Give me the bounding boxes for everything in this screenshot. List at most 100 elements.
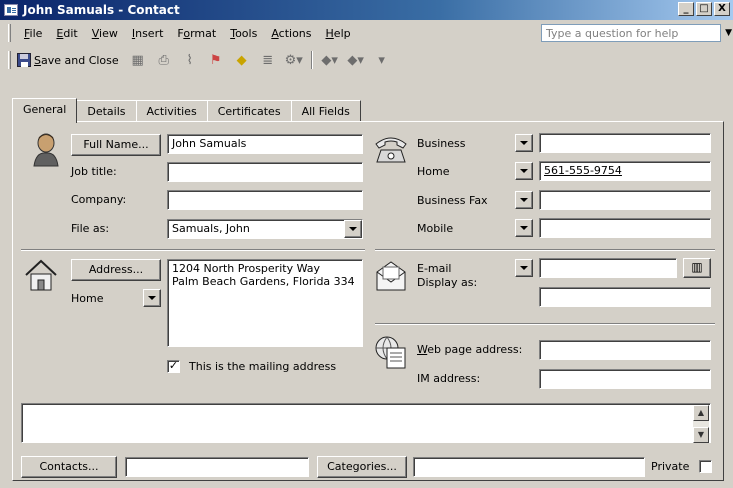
contact-card-icon[interactable]: ▦ bbox=[129, 51, 147, 69]
paperclip-icon[interactable]: ⌇ bbox=[181, 51, 199, 69]
menu-view[interactable]: View bbox=[85, 27, 125, 40]
toolbar: Save and Close ▦ ⎙ ⌇ ⚑ ◆ ≣ ⚙▾ ◆▾ ◆▾ ▾ bbox=[0, 46, 733, 74]
chevron-down-icon[interactable]: ▼ bbox=[725, 28, 732, 38]
job-title-label: Job title: bbox=[71, 165, 117, 178]
address-line-2: Palm Beach Gardens, Florida 334 bbox=[172, 275, 355, 288]
actions-icon[interactable]: ⚙▾ bbox=[285, 51, 303, 69]
toolbar-grip[interactable] bbox=[8, 51, 11, 69]
window-title: John Samuals - Contact bbox=[23, 3, 180, 17]
help-search-input[interactable]: Type a question for help ▼ bbox=[541, 24, 732, 42]
address-type-value: Home bbox=[71, 292, 104, 305]
tab-certificates[interactable]: Certificates bbox=[206, 100, 292, 122]
notes-scrollbar[interactable]: ▲ ▼ bbox=[693, 405, 709, 443]
notes-textarea[interactable]: ▲ ▼ bbox=[21, 403, 711, 443]
contact-card-icon bbox=[4, 4, 18, 16]
close-button[interactable]: X bbox=[714, 2, 730, 16]
mailing-address-checkbox[interactable]: ✓ bbox=[167, 360, 180, 373]
business-phone-label: Business bbox=[417, 137, 466, 150]
address-button[interactable]: Address... bbox=[71, 259, 161, 281]
mailing-address-label: This is the mailing address bbox=[189, 360, 337, 373]
address-book-icon[interactable]: ▥ bbox=[683, 258, 711, 278]
mobile-phone-label: Mobile bbox=[417, 222, 454, 235]
maximize-button[interactable]: □ bbox=[696, 2, 712, 16]
web-page-label: Web page address: bbox=[417, 343, 523, 356]
categories-field[interactable] bbox=[413, 457, 645, 477]
im-address-label: IM address: bbox=[417, 372, 481, 385]
menu-format[interactable]: Format bbox=[170, 27, 223, 40]
email-label: E-mail bbox=[417, 262, 452, 275]
scroll-up-icon[interactable]: ▲ bbox=[693, 405, 709, 421]
full-name-field[interactable]: John Samuals bbox=[167, 134, 363, 154]
file-as-dropdown[interactable] bbox=[344, 220, 362, 238]
categories-button[interactable]: Categories... bbox=[317, 456, 407, 478]
menu-grip[interactable] bbox=[8, 24, 11, 42]
business-phone-field[interactable] bbox=[539, 133, 711, 153]
email-type-dropdown[interactable] bbox=[515, 259, 533, 277]
right-divider-2 bbox=[375, 323, 715, 325]
toolbar-separator bbox=[310, 51, 313, 69]
previous-item-icon[interactable]: ◆▾ bbox=[321, 51, 339, 69]
file-as-value: Samuals, John bbox=[172, 222, 250, 235]
tab-strip: General Details Activities Certificates … bbox=[12, 98, 361, 123]
flag-icon[interactable]: ⚑ bbox=[207, 51, 225, 69]
web-page-field[interactable] bbox=[539, 340, 711, 360]
tab-activities[interactable]: Activities bbox=[135, 100, 208, 122]
phone-icon bbox=[375, 137, 407, 163]
home-phone-dropdown[interactable] bbox=[515, 162, 533, 180]
private-label: Private bbox=[651, 460, 690, 473]
full-name-button[interactable]: Full Name... bbox=[71, 134, 161, 156]
toolbar-options-icon[interactable]: ▾ bbox=[373, 51, 391, 69]
minimize-button[interactable]: _ bbox=[678, 2, 694, 16]
email-field[interactable] bbox=[539, 258, 677, 278]
home-phone-label: Home bbox=[417, 165, 450, 178]
mobile-phone-dropdown[interactable] bbox=[515, 219, 533, 237]
general-panel: Full Name... John Samuals Job title: Com… bbox=[12, 121, 724, 481]
job-title-field[interactable] bbox=[167, 162, 363, 182]
print-icon[interactable]: ⎙ bbox=[155, 51, 173, 69]
im-address-field[interactable] bbox=[539, 369, 711, 389]
tab-details[interactable]: Details bbox=[76, 100, 137, 122]
title-bar: John Samuals - Contact _ □ X bbox=[0, 0, 733, 20]
display-as-field[interactable] bbox=[539, 287, 711, 307]
contacts-field[interactable] bbox=[125, 457, 309, 477]
email-icon bbox=[376, 261, 406, 291]
business-fax-field[interactable] bbox=[539, 190, 711, 210]
home-phone-field[interactable]: 561-555-9754 bbox=[539, 161, 711, 181]
mobile-phone-field[interactable] bbox=[539, 218, 711, 238]
house-icon bbox=[25, 259, 57, 291]
tab-general[interactable]: General bbox=[12, 98, 78, 123]
menu-bar: File Edit View Insert Format Tools Actio… bbox=[0, 20, 733, 46]
business-phone-dropdown[interactable] bbox=[515, 134, 533, 152]
menu-actions[interactable]: Actions bbox=[264, 27, 318, 40]
company-field[interactable] bbox=[167, 190, 363, 210]
web-page-icon bbox=[375, 336, 406, 369]
categories-icon[interactable]: ◆ bbox=[233, 51, 251, 69]
save-and-close-label: Save and Close bbox=[34, 53, 119, 67]
next-item-icon[interactable]: ◆▾ bbox=[347, 51, 365, 69]
private-checkbox[interactable] bbox=[699, 460, 712, 473]
menu-tools[interactable]: Tools bbox=[223, 27, 264, 40]
file-as-select[interactable]: Samuals, John bbox=[167, 219, 363, 239]
left-divider bbox=[21, 249, 365, 251]
help-search-placeholder: Type a question for help bbox=[546, 27, 679, 40]
menu-file[interactable]: File bbox=[17, 27, 49, 40]
scroll-down-icon[interactable]: ▼ bbox=[693, 427, 709, 443]
business-fax-dropdown[interactable] bbox=[515, 191, 533, 209]
details-icon[interactable]: ≣ bbox=[259, 51, 277, 69]
right-divider bbox=[375, 249, 715, 251]
address-textarea[interactable]: 1204 North Prosperity Way Palm Beach Gar… bbox=[167, 259, 363, 347]
contacts-button[interactable]: Contacts... bbox=[21, 456, 117, 478]
address-line-1: 1204 North Prosperity Way bbox=[172, 262, 321, 275]
person-icon bbox=[33, 133, 59, 167]
file-as-label: File as: bbox=[71, 222, 110, 235]
address-type-dropdown[interactable] bbox=[143, 289, 161, 307]
menu-help[interactable]: Help bbox=[319, 27, 358, 40]
business-fax-label: Business Fax bbox=[417, 194, 488, 207]
company-label: Company: bbox=[71, 193, 127, 206]
save-and-close-button[interactable]: Save and Close bbox=[17, 53, 119, 67]
save-icon bbox=[17, 53, 31, 67]
menu-insert[interactable]: Insert bbox=[125, 27, 171, 40]
menu-edit[interactable]: Edit bbox=[49, 27, 84, 40]
tab-all-fields[interactable]: All Fields bbox=[290, 100, 361, 122]
display-as-label: Display as: bbox=[417, 276, 478, 289]
